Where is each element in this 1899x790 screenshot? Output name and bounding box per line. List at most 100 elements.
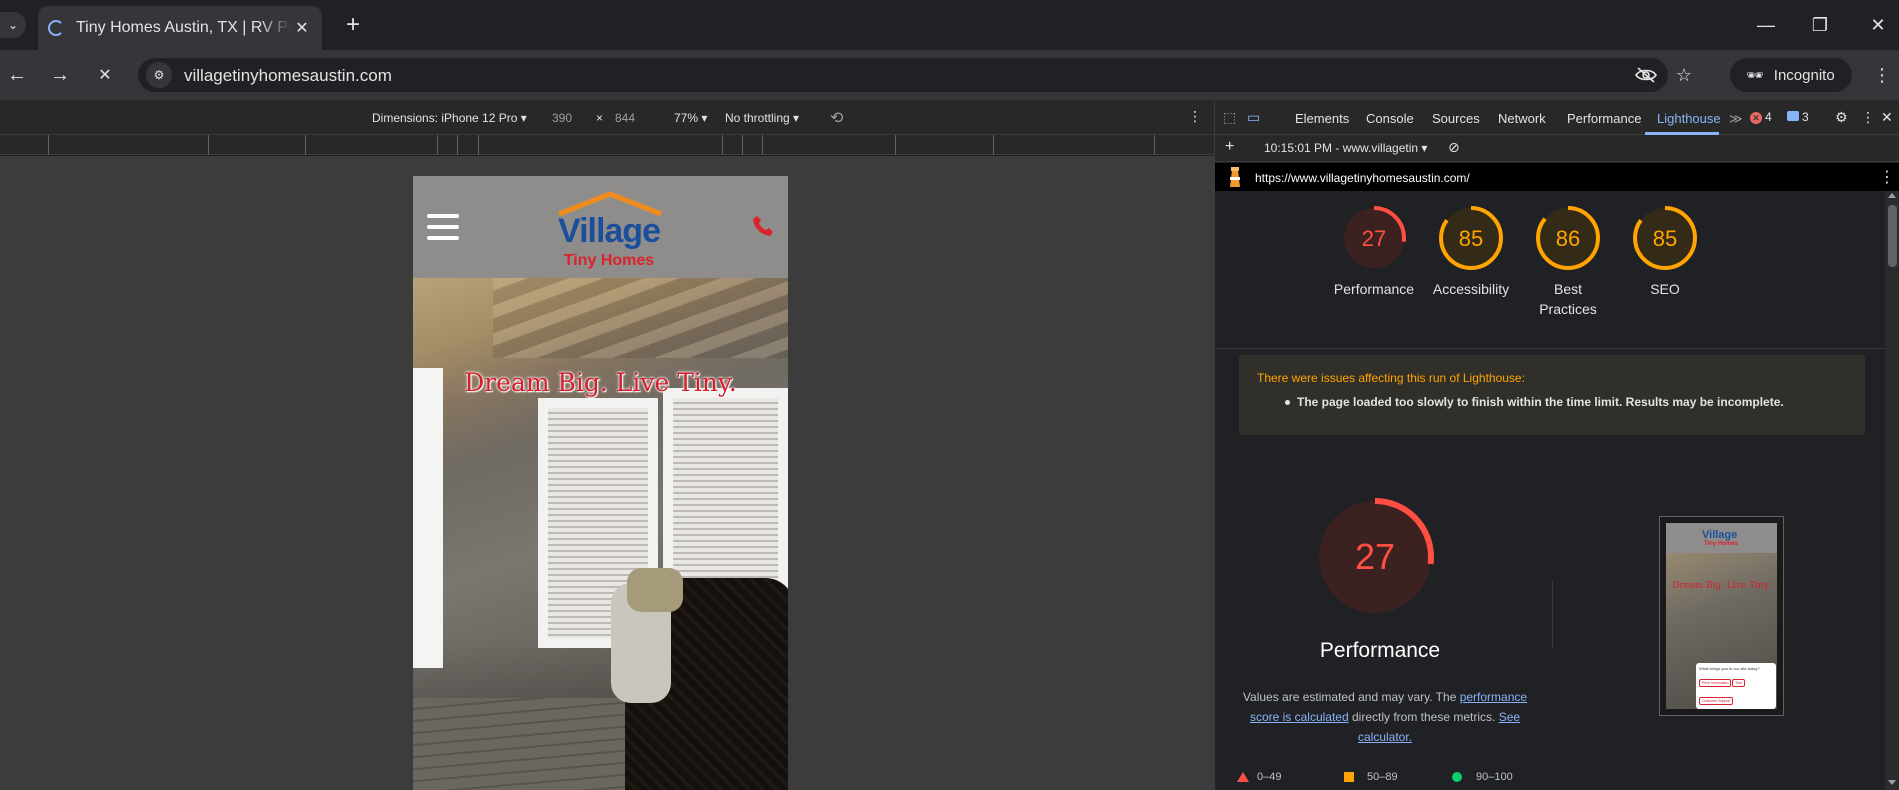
performance-description: Values are estimated and may vary. The p… [1242, 690, 1528, 744]
gauge-label: Accessibility [1432, 281, 1510, 297]
tab-title: Tiny Homes Austin, TX | RV Park & Tiny H… [76, 19, 292, 36]
legend-pass: 90–100 [1476, 771, 1513, 783]
menu-hamburger-icon[interactable] [427, 214, 459, 240]
devtools-menu-icon[interactable]: ⋮ [1861, 109, 1875, 126]
height-input[interactable]: 844 [615, 111, 635, 125]
page-screenshot-thumbnail[interactable]: Village Tiny Homes Dream Big. Live Tiny.… [1659, 516, 1784, 716]
gauge-score: 27 [1362, 226, 1386, 251]
browser-tab[interactable]: Tiny Homes Austin, TX | RV Park & Tiny H… [38, 6, 322, 50]
lighthouse-report: 27 Performance 85 Accessibility 86 Best Pract… [1215, 191, 1885, 790]
tab-sources[interactable]: Sources [1432, 111, 1480, 126]
hero-image: Dream Big. Live Tiny. [413, 278, 788, 790]
device-toolbar-menu-icon[interactable]: ⋮ [1188, 108, 1202, 125]
tab-close-icon[interactable]: ✕ [292, 18, 312, 38]
clear-reports-icon[interactable]: ⊘ [1448, 139, 1460, 156]
browser-toolbar: ← → ✕ ⚙ villagetinyhomesaustin.com ☆ 🕶 I… [0, 50, 1899, 100]
back-arrow-icon[interactable]: ← [4, 62, 30, 88]
report-selector[interactable]: 10:15:01 PM - www.villagetin ▾ [1264, 141, 1427, 155]
score-gauge-seo[interactable]: 85 SEO [1610, 205, 1720, 299]
zoom-select[interactable]: 77% ▾ [674, 111, 707, 125]
address-bar[interactable]: ⚙ villagetinyhomesaustin.com ☆ [138, 58, 1692, 92]
report-menu-icon[interactable]: ⋮ [1879, 167, 1895, 187]
browser-menu-icon[interactable]: ⋮ [1872, 62, 1892, 88]
tab-network[interactable]: Network [1498, 111, 1546, 126]
devtools-close-icon[interactable]: ✕ [1881, 109, 1893, 126]
fail-triangle-icon [1237, 772, 1249, 782]
dimensions-select[interactable]: Dimensions: iPhone 12 Pro ▾ [372, 111, 527, 125]
legend-average: 50–89 [1367, 771, 1398, 783]
score-legend: 0–49 50–89 90–100 [1215, 767, 1545, 787]
scroll-down-arrow-icon[interactable] [1888, 780, 1896, 785]
forward-arrow-icon[interactable]: → [47, 62, 73, 88]
gauge-ring: 86 [1536, 206, 1600, 270]
devtools-tabbar: ⬚ ▭ Elements Console Sources Network Per… [1215, 100, 1899, 135]
average-square-icon [1344, 772, 1354, 782]
throttling-select[interactable]: No throttling ▾ [725, 111, 799, 125]
gauge-ring: 85 [1633, 206, 1697, 270]
divider [1215, 348, 1885, 349]
gauge-score: 85 [1459, 226, 1483, 251]
vertical-divider [1552, 581, 1553, 649]
tab-strip: ⌄ Tiny Homes Austin, TX | RV Park & Tiny… [0, 0, 1899, 50]
minimize-icon[interactable]: — [1746, 10, 1786, 40]
lighthouse-toolbar: + 10:15:01 PM - www.villagetin ▾ ⊘ [1215, 135, 1899, 162]
performance-title: Performance [1319, 639, 1441, 662]
chevron-down-icon: ⌄ [7, 18, 19, 32]
width-input[interactable]: 390 [552, 111, 572, 125]
performance-gauge-large[interactable]: 27 [1315, 497, 1435, 617]
gauge-label: Performance [1333, 281, 1415, 297]
address-url[interactable]: villagetinyhomesaustin.com [184, 66, 392, 86]
site-info-icon[interactable]: ⚙ [146, 62, 172, 88]
hero-tagline: Dream Big. Live Tiny. [464, 368, 737, 397]
logo-main-text: Village [558, 212, 661, 250]
eye-off-icon[interactable] [1634, 63, 1658, 87]
performance-score-large: 27 [1355, 536, 1395, 577]
settings-gear-icon[interactable]: ⚙ [1835, 109, 1848, 126]
loading-spinner-icon [48, 20, 64, 36]
score-gauge-accessibility[interactable]: 85 Accessibility [1416, 205, 1526, 299]
tab-performance[interactable]: Performance [1567, 111, 1641, 126]
dimension-times: × [596, 111, 604, 125]
star-icon[interactable]: ☆ [1672, 63, 1696, 87]
window-close-icon[interactable]: ✕ [1858, 10, 1898, 40]
score-gauge-performance[interactable]: 27 Performance [1319, 205, 1429, 299]
gauge-label: SEO [1650, 281, 1680, 297]
scroll-up-arrow-icon[interactable] [1888, 193, 1896, 198]
media-query-ruler[interactable] [0, 135, 1214, 155]
incognito-indicator[interactable]: 🕶 Incognito [1730, 58, 1852, 92]
error-count-badge[interactable]: ✕ 4 [1750, 110, 1772, 124]
site-logo[interactable]: Village Tiny Homes [551, 190, 667, 270]
report-url[interactable]: https://www.villagetinyhomesaustin.com/ [1255, 171, 1470, 185]
gauge-label: Best Practices [1539, 281, 1597, 317]
lighthouse-report-header: https://www.villagetinyhomesaustin.com/ … [1215, 163, 1899, 191]
message-count-badge[interactable]: 3 [1787, 110, 1809, 124]
phone-icon[interactable] [751, 214, 777, 240]
gauge-score: 86 [1556, 226, 1580, 251]
more-tabs-icon[interactable]: ≫ [1729, 111, 1743, 127]
new-tab-button[interactable]: + [340, 11, 366, 38]
tab-lighthouse[interactable]: Lighthouse [1657, 111, 1721, 126]
restore-icon[interactable]: ❐ [1800, 10, 1840, 40]
warning-item: The page loaded too slowly to finish wit… [1285, 395, 1847, 409]
scrollbar-thumb[interactable] [1888, 205, 1897, 267]
emulated-device-screen[interactable]: Village Tiny Homes Dream Big. Live Tiny. [413, 176, 788, 790]
device-toggle-icon[interactable]: ▭ [1247, 109, 1260, 126]
site-header: Village Tiny Homes [413, 176, 788, 278]
new-report-icon[interactable]: + [1225, 138, 1234, 156]
tab-elements[interactable]: Elements [1295, 111, 1349, 126]
lighthouse-warning: There were issues affecting this run of … [1239, 355, 1865, 435]
report-scrollbar[interactable] [1885, 191, 1899, 790]
stop-loading-icon[interactable]: ✕ [92, 62, 118, 88]
gauge-score: 85 [1653, 226, 1677, 251]
warning-title: There were issues affecting this run of … [1257, 371, 1525, 385]
incognito-label: Incognito [1773, 66, 1835, 84]
logo-sub-text: Tiny Homes [563, 252, 655, 269]
legend-fail: 0–49 [1257, 771, 1282, 783]
inspect-element-icon[interactable]: ⬚ [1223, 109, 1236, 126]
device-toolbar: Dimensions: iPhone 12 Pro ▾ 390 × 844 77… [0, 100, 1214, 135]
tab-console[interactable]: Console [1366, 111, 1414, 126]
score-gauge-best-practices[interactable]: 86 Best Practices [1513, 205, 1623, 319]
rotate-icon[interactable]: ⟲ [830, 108, 843, 128]
tab-search-button[interactable]: ⌄ [0, 12, 26, 38]
devtools-panel: ⬚ ▭ Elements Console Sources Network Per… [1214, 100, 1899, 790]
